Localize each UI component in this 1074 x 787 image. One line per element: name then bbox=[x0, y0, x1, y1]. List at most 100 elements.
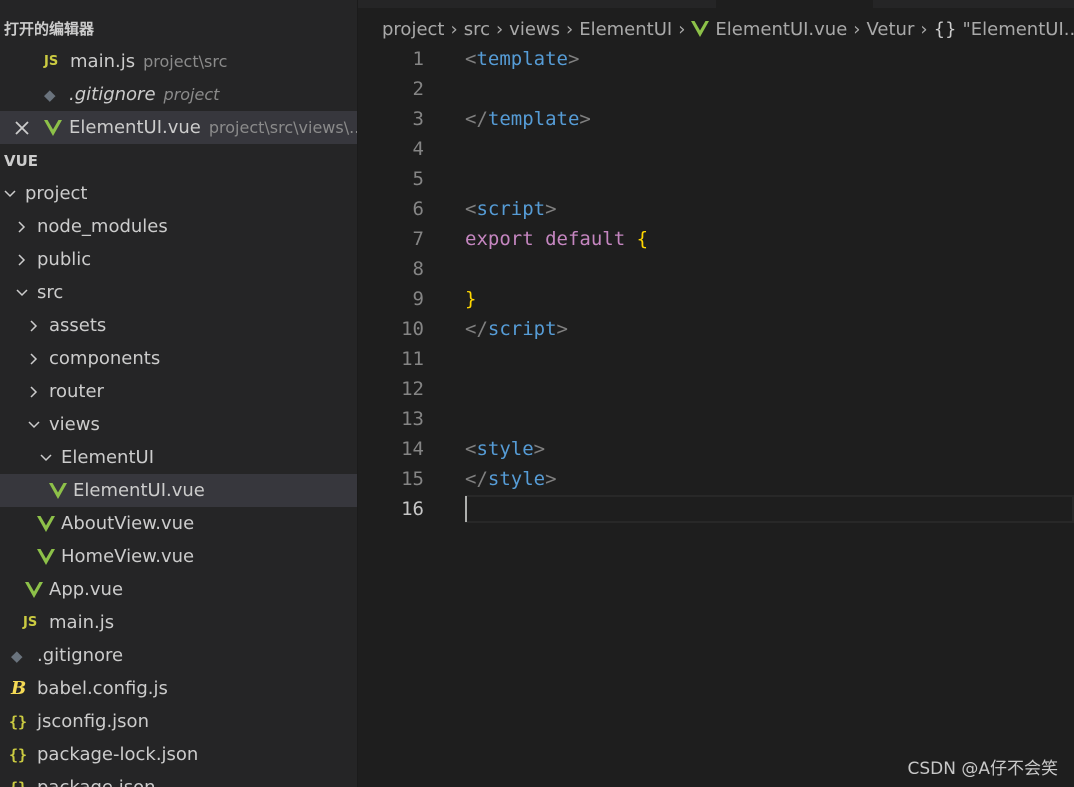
breadcrumb-item[interactable]: src bbox=[464, 19, 490, 40]
open-editor-path: project\src\views\... bbox=[208, 118, 358, 137]
breadcrumb-item[interactable]: "ElementUI... bbox=[962, 19, 1074, 40]
open-editor-path: project\src bbox=[143, 52, 228, 71]
git-icon: ◆ bbox=[44, 85, 56, 104]
tree-file-main-js[interactable]: JS main.js bbox=[0, 606, 357, 639]
line-number: 10 bbox=[401, 318, 424, 340]
js-file-icon: JS bbox=[44, 54, 59, 69]
active-tab-edge[interactable] bbox=[716, 0, 873, 8]
code-text: } bbox=[465, 288, 477, 310]
code-line[interactable]: 14 <style> bbox=[358, 434, 1074, 464]
line-number: 14 bbox=[401, 438, 424, 460]
tree-label: ElementUI.vue bbox=[73, 480, 205, 501]
open-editor-main-js[interactable]: JS main.js project\src bbox=[0, 45, 357, 78]
workspace-title: VUE bbox=[4, 151, 39, 170]
vue-file-icon bbox=[49, 482, 67, 499]
open-editor-label: ElementUI.vue bbox=[69, 117, 201, 138]
open-editor-label: .gitignore bbox=[69, 84, 156, 105]
code-line[interactable]: 13 bbox=[358, 404, 1074, 434]
tree-label: router bbox=[49, 381, 104, 402]
tree-folder-components[interactable]: components bbox=[0, 342, 357, 375]
editor-pane: project › src › views › ElementUI › Elem… bbox=[358, 0, 1074, 787]
code-line[interactable]: 15 </style> bbox=[358, 464, 1074, 494]
chevron-right-icon: › bbox=[920, 18, 928, 40]
tree-file-package-json[interactable]: {} package.json bbox=[0, 771, 357, 787]
tree-folder-router[interactable]: router bbox=[0, 375, 357, 408]
tree-label: App.vue bbox=[49, 579, 124, 600]
breadcrumb-item[interactable]: project bbox=[382, 19, 444, 40]
line-number: 3 bbox=[412, 108, 424, 130]
tree-file-homeview-vue[interactable]: HomeView.vue bbox=[0, 540, 357, 573]
breadcrumb-item[interactable]: views bbox=[509, 19, 560, 40]
code-line[interactable]: 16 bbox=[358, 494, 1074, 524]
code-text: <style> bbox=[465, 438, 546, 460]
code-line[interactable]: 9 } bbox=[358, 284, 1074, 314]
tree-folder-src[interactable]: src bbox=[0, 276, 357, 309]
code-line[interactable]: 8 bbox=[358, 254, 1074, 284]
tree-file-app-vue[interactable]: App.vue bbox=[0, 573, 357, 606]
tree-folder-views[interactable]: views bbox=[0, 408, 357, 441]
tree-file-gitignore[interactable]: ◆ .gitignore bbox=[0, 639, 357, 672]
line-number: 7 bbox=[412, 228, 424, 250]
code-line[interactable]: 11 bbox=[358, 344, 1074, 374]
breadcrumb-item[interactable]: ElementUI bbox=[579, 19, 672, 40]
tree-label: ElementUI bbox=[61, 447, 155, 468]
chevron-right-icon bbox=[18, 220, 26, 233]
open-editor-gitignore[interactable]: ◆ .gitignore project bbox=[0, 78, 357, 111]
tree-label: HomeView.vue bbox=[61, 546, 195, 567]
babel-icon: B bbox=[11, 678, 27, 699]
line-number: 9 bbox=[412, 288, 424, 310]
vue-file-icon bbox=[25, 581, 43, 598]
code-line[interactable]: 4 bbox=[358, 134, 1074, 164]
explorer-sidebar: 打开的编辑器 JS main.js project\src ◆ .gitigno… bbox=[0, 0, 358, 787]
json-braces-icon: {} bbox=[9, 745, 28, 764]
tree-file-package-lock[interactable]: {} package-lock.json bbox=[0, 738, 357, 771]
code-line[interactable]: 5 bbox=[358, 164, 1074, 194]
tree-file-elementui-vue[interactable]: ElementUI.vue bbox=[0, 474, 357, 507]
code-line[interactable]: 1 <template> bbox=[358, 44, 1074, 74]
chevron-down-icon bbox=[16, 288, 28, 296]
close-icon[interactable] bbox=[13, 119, 31, 137]
open-editor-elementui-vue[interactable]: ElementUI.vue project\src\views\... bbox=[0, 111, 357, 144]
tree-label: assets bbox=[49, 315, 107, 336]
chevron-right-icon bbox=[30, 385, 38, 398]
open-editor-path: project bbox=[163, 85, 220, 104]
code-line[interactable]: 2 bbox=[358, 74, 1074, 104]
workspace-header[interactable]: VUE bbox=[4, 144, 38, 177]
vue-file-icon bbox=[691, 21, 710, 37]
code-line[interactable]: 6 <script> bbox=[358, 194, 1074, 224]
code-line[interactable]: 7 export default { bbox=[358, 224, 1074, 254]
js-file-icon: JS bbox=[23, 615, 38, 630]
tree-folder-node-modules[interactable]: node_modules bbox=[0, 210, 357, 243]
code-text: <script> bbox=[465, 198, 557, 220]
tree-label: main.js bbox=[49, 612, 115, 633]
line-number: 15 bbox=[401, 468, 424, 490]
code-line[interactable]: 10 </script> bbox=[358, 314, 1074, 344]
tree-label: views bbox=[49, 414, 100, 435]
open-editor-label: main.js bbox=[70, 51, 136, 72]
vue-file-icon bbox=[37, 515, 55, 532]
chevron-down-icon bbox=[4, 189, 16, 197]
tree-file-jsconfig[interactable]: {} jsconfig.json bbox=[0, 705, 357, 738]
tree-file-babel-config[interactable]: B babel.config.js bbox=[0, 672, 357, 705]
vue-file-icon bbox=[44, 119, 62, 136]
tree-folder-project[interactable]: project bbox=[0, 177, 357, 210]
chevron-right-icon bbox=[18, 253, 26, 266]
tree-label: jsconfig.json bbox=[37, 711, 149, 732]
tree-folder-elementui[interactable]: ElementUI bbox=[0, 441, 357, 474]
tree-folder-assets[interactable]: assets bbox=[0, 309, 357, 342]
json-braces-icon: {} bbox=[9, 712, 28, 731]
json-braces-icon: {} bbox=[9, 779, 31, 787]
git-icon: ◆ bbox=[11, 646, 23, 665]
open-editors-header[interactable]: 打开的编辑器 bbox=[4, 12, 94, 45]
chevron-right-icon: › bbox=[566, 18, 574, 40]
breadcrumb-item[interactable]: Vetur bbox=[867, 19, 915, 40]
chevron-right-icon bbox=[30, 319, 38, 332]
tree-label: AboutView.vue bbox=[61, 513, 195, 534]
tree-folder-public[interactable]: public bbox=[0, 243, 357, 276]
code-line[interactable]: 12 bbox=[358, 374, 1074, 404]
code-line[interactable]: 3 </template> bbox=[358, 104, 1074, 134]
breadcrumb-item[interactable]: ElementUI.vue bbox=[715, 19, 847, 40]
line-number: 4 bbox=[412, 138, 424, 160]
breadcrumb: project › src › views › ElementUI › Elem… bbox=[382, 14, 1074, 44]
tree-file-aboutview-vue[interactable]: AboutView.vue bbox=[0, 507, 357, 540]
